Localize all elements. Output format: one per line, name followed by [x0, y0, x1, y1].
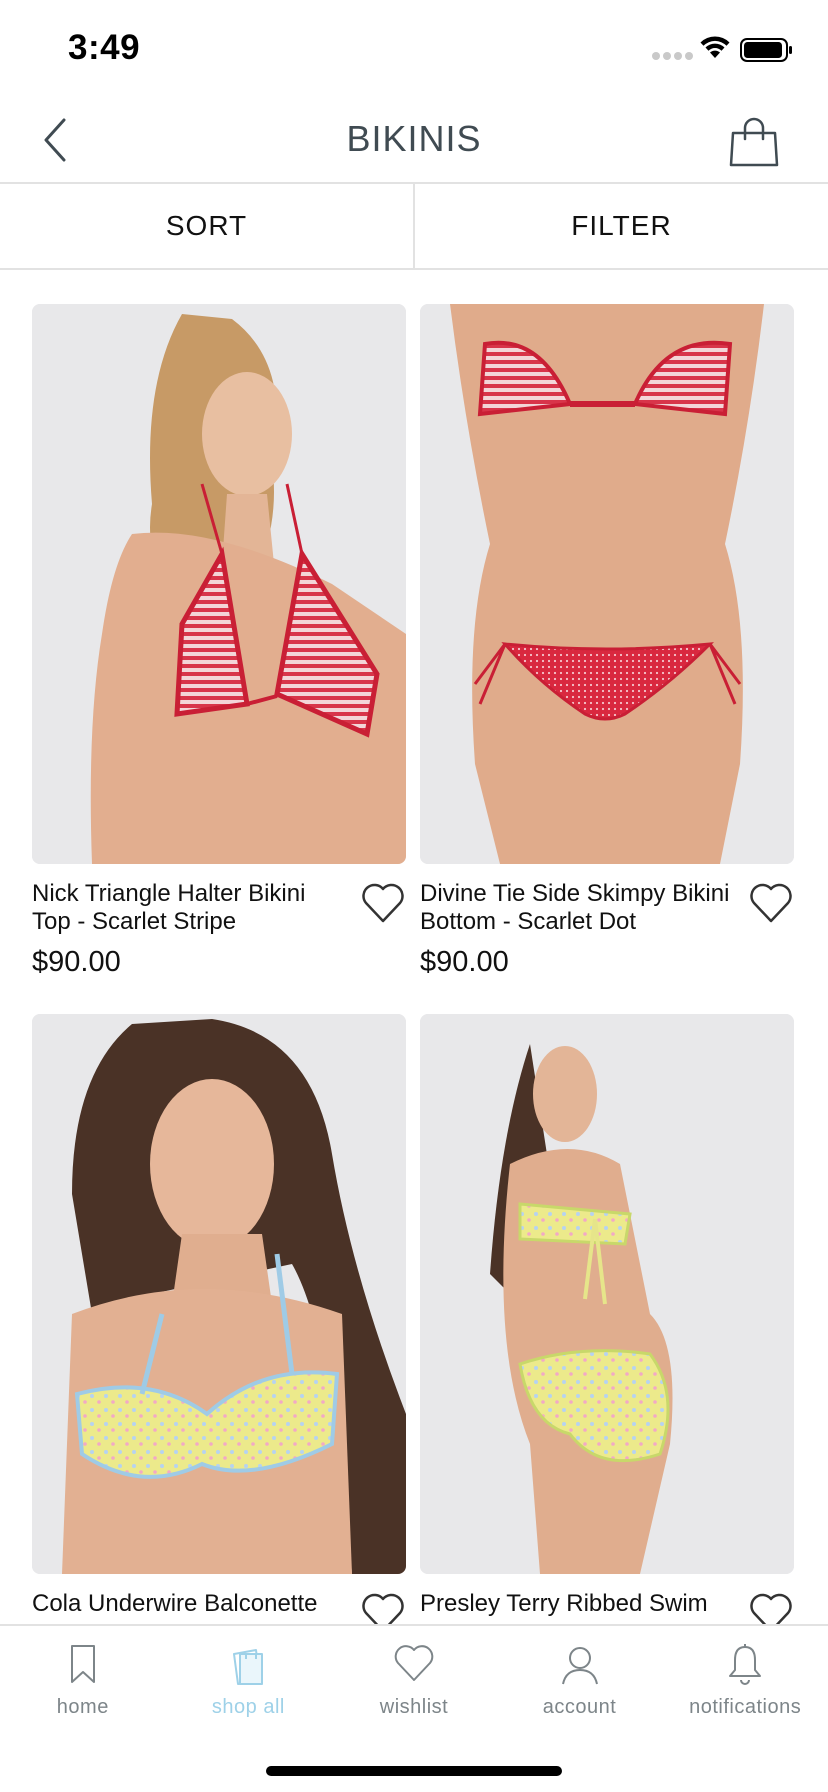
- navigation-header: BIKINIS: [0, 100, 828, 184]
- bell-icon: [729, 1644, 762, 1685]
- status-time: 3:49: [68, 28, 141, 67]
- heart-icon: [362, 883, 404, 923]
- status-bar: 3:49: [0, 0, 828, 100]
- tab-label: account: [542, 1696, 617, 1718]
- product-card[interactable]: Nick Triangle Halter Bikini Top - Scarle…: [32, 304, 406, 978]
- tab-account[interactable]: account: [497, 1626, 663, 1736]
- product-price: $90.00: [32, 946, 121, 978]
- wishlist-heart-button[interactable]: [748, 882, 794, 924]
- tab-shop-all[interactable]: shop all: [166, 1626, 332, 1736]
- product-card[interactable]: Presley Terry Ribbed Swim: [420, 1014, 794, 1633]
- person-icon: [561, 1647, 598, 1685]
- product-image[interactable]: [420, 1014, 794, 1574]
- product-photo-yellow-swim-set-back: [420, 1014, 794, 1574]
- product-photo-yellow-balconette-top: [32, 1014, 406, 1574]
- product-image[interactable]: [32, 304, 406, 864]
- cart-button[interactable]: [726, 114, 782, 170]
- product-photo-dot-tie-side-bottom: [420, 304, 794, 864]
- shopping-bag-icon: [729, 117, 779, 167]
- tab-home[interactable]: home: [0, 1626, 166, 1736]
- product-card[interactable]: Cola Underwire Balconette: [32, 1014, 406, 1633]
- battery-icon: [740, 38, 792, 62]
- product-name[interactable]: Nick Triangle Halter Bikini Top - Scarle…: [32, 880, 350, 936]
- product-image[interactable]: [420, 304, 794, 864]
- product-image[interactable]: [32, 1014, 406, 1574]
- sort-button[interactable]: SORT: [0, 184, 413, 268]
- tab-label: wishlist: [379, 1696, 449, 1718]
- sort-filter-bar: SORT FILTER: [0, 184, 828, 270]
- filter-button[interactable]: FILTER: [415, 184, 828, 268]
- product-name[interactable]: Presley Terry Ribbed Swim: [420, 1590, 738, 1618]
- product-price: $90.00: [420, 946, 509, 978]
- wifi-icon: [700, 36, 730, 58]
- bookmark-icon: [70, 1645, 95, 1683]
- heart-icon: [394, 1645, 434, 1681]
- product-name[interactable]: Divine Tie Side Skimpy Bikini Bottom - S…: [420, 880, 738, 936]
- tab-notifications[interactable]: notifications: [662, 1626, 828, 1736]
- page-title: BIKINIS: [346, 118, 482, 159]
- cellular-signal-icon: [652, 52, 693, 60]
- heart-icon: [750, 883, 792, 923]
- product-name[interactable]: Cola Underwire Balconette: [32, 1590, 350, 1618]
- home-indicator[interactable]: [266, 1766, 562, 1776]
- product-card[interactable]: Divine Tie Side Skimpy Bikini Bottom - S…: [420, 304, 794, 978]
- product-photo-striped-triangle-top: [32, 304, 406, 864]
- tab-label: home: [56, 1696, 109, 1718]
- tab-wishlist[interactable]: wishlist: [331, 1626, 497, 1736]
- wishlist-heart-button[interactable]: [360, 882, 406, 924]
- tab-label: notifications: [689, 1696, 802, 1718]
- tab-label: shop all: [211, 1696, 285, 1718]
- shopping-bag-icon: [233, 1649, 264, 1685]
